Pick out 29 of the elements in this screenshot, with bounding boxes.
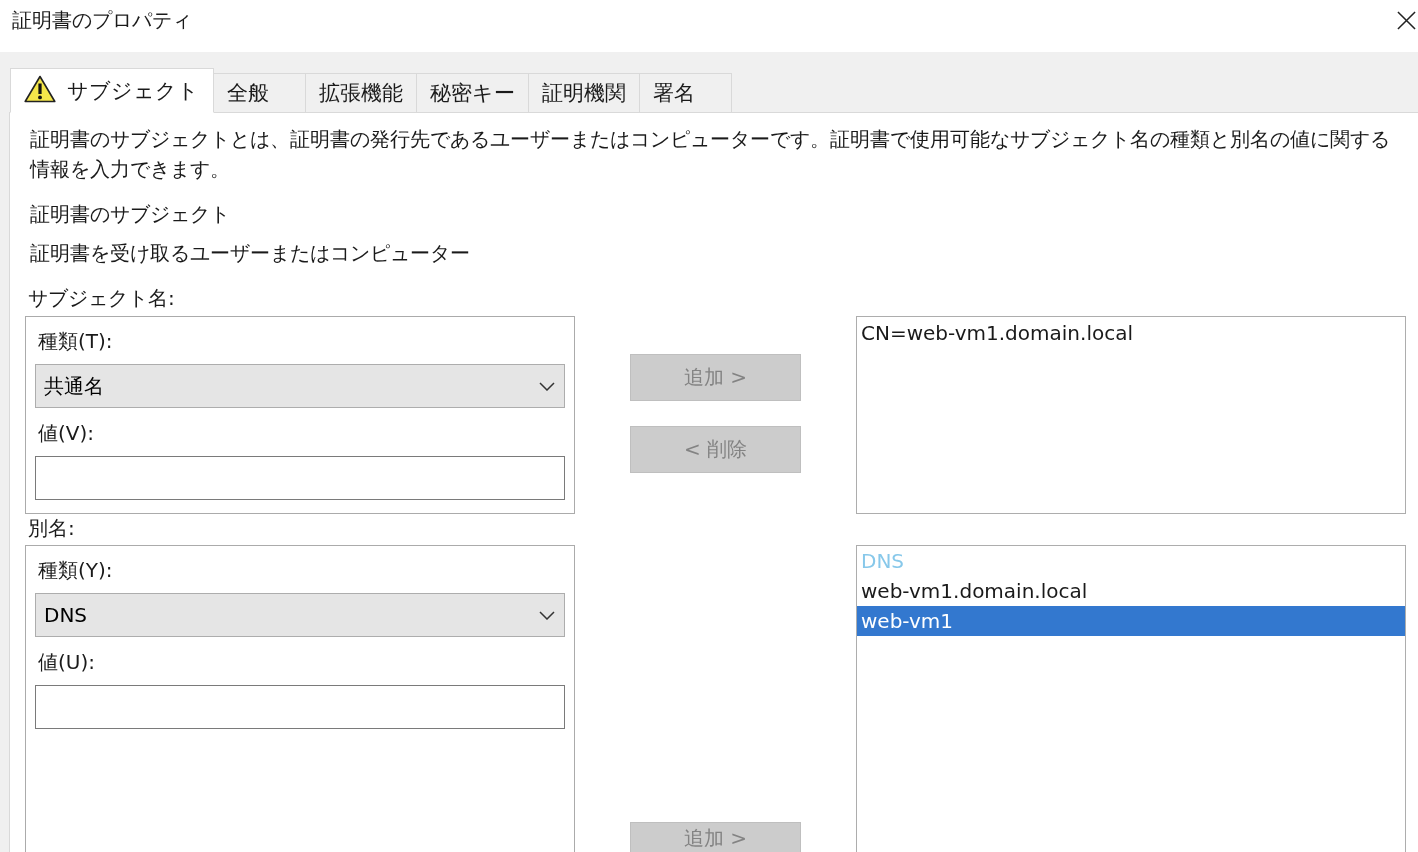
window-title: 証明書のプロパティ [12,7,192,33]
type-dropdown[interactable]: DNS [35,593,565,637]
field-label: 値(V): [38,421,95,445]
section-subheading: 証明書を受け取るユーザーまたはコンピューター [30,240,470,267]
tab[interactable]: サブジェクト [10,68,214,113]
list-box[interactable]: CN=web-vm1.domain.local [856,316,1406,514]
tab[interactable]: 全般 [214,73,306,113]
list-item[interactable]: web-vm1 [857,606,1405,636]
field-label: 種類(T): [38,329,113,353]
tab[interactable]: 秘密キー [417,73,529,113]
list-item[interactable]: web-vm1.domain.local [857,576,1405,606]
tab[interactable]: 署名 [640,73,732,113]
field-label: 種類(Y): [38,558,113,582]
close-icon[interactable] [1397,11,1416,30]
list-group-header: DNS [860,548,906,575]
value-input[interactable] [35,685,565,729]
section-label: 別名: [28,516,75,540]
list-box[interactable]: DNS web-vm1.domain.local web-vm1 [856,545,1406,852]
section-label: サブジェクト名: [28,286,175,310]
value-input[interactable] [35,456,565,500]
tab[interactable]: 証明機関 [529,73,640,113]
type-dropdown[interactable]: 共通名 [35,364,565,408]
section-heading: 証明書のサブジェクト [30,201,230,228]
field-label: 値(U): [38,650,95,674]
tab[interactable]: 拡張機能 [306,73,417,113]
description-text: 証明書のサブジェクトとは、証明書の発行先であるユーザーまたはコンピューターです。証明書で使用可能なサブジェクト名の種類と別名の値に関する情報を入力できます。 [30,126,1391,183]
chevron-down-icon [539,610,555,620]
list-item[interactable]: CN=web-vm1.domain.local [857,318,1405,348]
chevron-down-icon [539,381,555,391]
